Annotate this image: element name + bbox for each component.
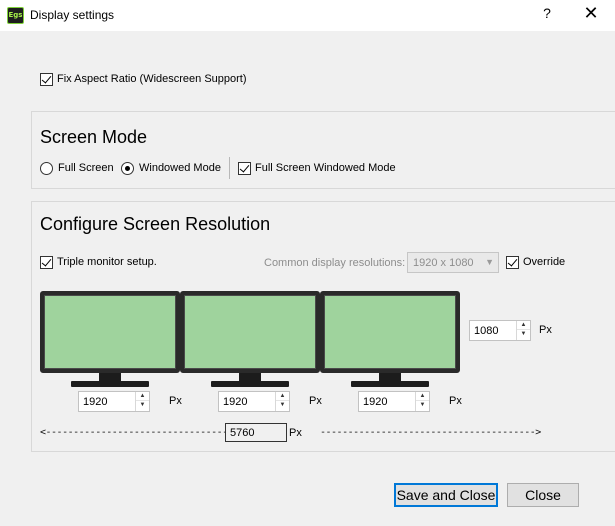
full-screen-label: Full Screen: [58, 162, 114, 174]
monitor-left-stand: [71, 381, 149, 387]
fix-aspect-checkbox[interactable]: [40, 73, 53, 86]
monitor-left-icon: [40, 291, 180, 373]
spin-down-icon[interactable]: ▼: [136, 401, 149, 410]
width-spinbox-right[interactable]: 1920 ▲ ▼: [358, 391, 430, 412]
monitor-center-stand: [211, 381, 289, 387]
fullscreen-windowed-label: Full Screen Windowed Mode: [255, 162, 396, 174]
total-width-field: 5760: [225, 423, 287, 442]
windowed-mode-radio[interactable]: [121, 162, 134, 175]
screen-mode-title: Screen Mode: [40, 127, 148, 147]
window-close-button[interactable]: ✕: [580, 3, 602, 27]
width-right-spin-buttons: ▲ ▼: [415, 392, 429, 411]
spin-up-icon[interactable]: ▲: [136, 392, 149, 401]
total-width-value: 5760: [230, 427, 255, 439]
width-value-right: 1920: [363, 396, 388, 408]
windowed-mode-label: Windowed Mode: [139, 162, 221, 174]
full-screen-radio[interactable]: [40, 162, 53, 175]
triple-monitor-checkbox[interactable]: [40, 256, 53, 269]
mode-separator: [229, 157, 230, 179]
screen-mode-group: [31, 111, 615, 189]
width-center-spin-buttons: ▲ ▼: [275, 392, 289, 411]
common-resolutions-label: Common display resolutions:: [264, 257, 406, 269]
override-checkbox[interactable]: [506, 256, 519, 269]
width-value-left: 1920: [83, 396, 108, 408]
width-spinbox-center[interactable]: 1920 ▲ ▼: [218, 391, 290, 412]
height-value: 1080: [474, 325, 499, 337]
triple-monitor-label: Triple monitor setup.: [57, 256, 157, 268]
width-unit-label-left: Px: [169, 395, 182, 407]
monitor-right-icon: [320, 291, 460, 373]
total-width-arrow-right: --------------------------------------->: [320, 427, 541, 438]
total-width-unit-label: Px: [289, 427, 302, 439]
width-unit-label-right: Px: [449, 395, 462, 407]
monitor-right-stand: [351, 381, 429, 387]
title-bar: Egs Display settings ? ✕: [0, 0, 615, 31]
override-label: Override: [523, 256, 566, 268]
common-resolutions-dropdown[interactable]: 1920 x 1080 ▼: [407, 252, 499, 273]
save-and-close-button[interactable]: Save and Close: [394, 483, 498, 507]
chevron-down-icon: ▼: [485, 257, 494, 267]
spin-down-icon[interactable]: ▼: [276, 401, 289, 410]
spin-down-icon[interactable]: ▼: [416, 401, 429, 410]
resolution-title: Configure Screen Resolution: [40, 214, 271, 234]
height-spinbox[interactable]: 1080 ▲ ▼: [469, 320, 531, 341]
spin-up-icon[interactable]: ▲: [276, 392, 289, 401]
height-spin-buttons: ▲ ▼: [516, 321, 530, 340]
monitor-center-icon: [180, 291, 320, 373]
common-resolutions-value: 1920 x 1080: [413, 257, 474, 269]
fullscreen-windowed-checkbox[interactable]: [238, 162, 251, 175]
width-unit-label-center: Px: [309, 395, 322, 407]
spin-up-icon[interactable]: ▲: [517, 321, 530, 330]
width-value-center: 1920: [223, 396, 248, 408]
close-button[interactable]: Close: [507, 483, 579, 507]
fix-aspect-label: Fix Aspect Ratio (Widescreen Support): [57, 73, 247, 85]
spin-up-icon[interactable]: ▲: [416, 392, 429, 401]
help-button[interactable]: ?: [538, 5, 556, 25]
spin-down-icon[interactable]: ▼: [517, 330, 530, 339]
width-spinbox-left[interactable]: 1920 ▲ ▼: [78, 391, 150, 412]
window-title: Display settings: [30, 8, 115, 22]
height-unit-label: Px: [539, 324, 552, 336]
width-left-spin-buttons: ▲ ▼: [135, 392, 149, 411]
app-icon: Egs: [7, 7, 24, 24]
